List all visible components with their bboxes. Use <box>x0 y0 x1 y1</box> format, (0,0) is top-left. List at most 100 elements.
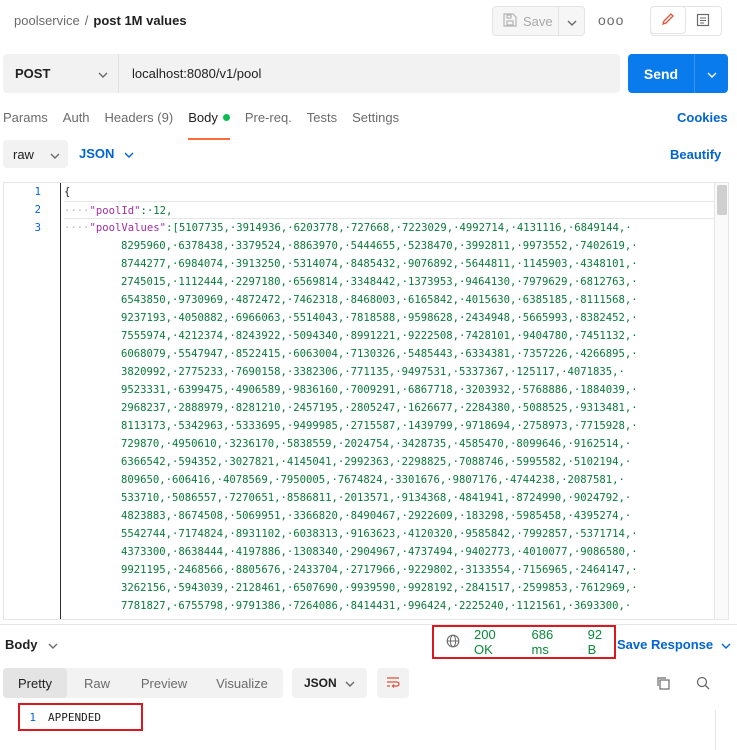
tab-params[interactable]: Params <box>3 108 48 136</box>
wrap-lines-button[interactable] <box>377 668 409 698</box>
copy-icon[interactable] <box>655 675 671 694</box>
edit-mode-button[interactable] <box>650 6 686 34</box>
chevron-down-icon <box>345 676 355 690</box>
body-editor[interactable]: 1 2 3 { ····"poolId":·12, ····"poolValue… <box>3 182 729 620</box>
response-time[interactable]: 686 ms <box>532 627 574 657</box>
result-text: APPENDED <box>48 710 101 724</box>
response-status-panel: 200 OK 686 ms 92 B <box>432 625 616 659</box>
tab-tests[interactable]: Tests <box>307 108 337 136</box>
chevron-down-icon <box>124 146 134 161</box>
json-key: "poolId" <box>89 205 141 217</box>
code-continuation-line: 3820992,·2775233,·7690158,·3382306,·7711… <box>121 366 625 378</box>
tab-raw[interactable]: Raw <box>67 668 127 698</box>
tab-preview[interactable]: Preview <box>127 668 201 698</box>
response-body-select[interactable]: Body <box>5 637 58 652</box>
request-title[interactable]: post 1M values <box>93 13 186 28</box>
body-active-dot <box>222 114 230 122</box>
chevron-down-icon <box>48 637 58 652</box>
tab-visualize[interactable]: Visualize <box>201 668 283 698</box>
save-dropdown-button[interactable] <box>559 14 584 29</box>
code-line-2: ····"poolId":·12, <box>64 201 726 219</box>
code-continuation-line: 6366542,·594352,·3027821,·4145041,·29923… <box>121 456 632 468</box>
code-continuation-line: 8295960,·6378438,·3379524,·8863970,·5444… <box>121 240 638 252</box>
editor-scrollbar[interactable] <box>714 183 728 619</box>
tab-headers[interactable]: Headers (9) <box>105 108 174 136</box>
document-icon <box>696 13 710 30</box>
wrap-icon <box>385 675 401 692</box>
save-response-button[interactable]: Save Response <box>617 637 731 652</box>
code-area[interactable]: { ····"poolId":·12, ····"poolValues":[51… <box>64 183 726 619</box>
code-continuation-line: 3262156,·5943039,·2128461,·6507690,·9939… <box>121 582 638 594</box>
code-continuation-line: 8744277,·6984074,·3913250,·5314074,·8485… <box>121 258 638 270</box>
request-tabs: Params Auth Headers (9) Body Pre-req. Te… <box>3 108 414 140</box>
code-continuation-line: 5542744,·7174824,·8931102,·6038313,·9163… <box>121 528 638 540</box>
url-input[interactable]: localhost:8080/v1/pool <box>119 66 261 81</box>
code-continuation-line: 2745015,·1112444,·2297180,·6569814,·3348… <box>121 276 638 288</box>
method-select[interactable]: POST <box>3 54 119 93</box>
tab-pretty[interactable]: Pretty <box>3 668 67 698</box>
save-button-group: Save <box>492 6 585 36</box>
body-mode-select[interactable]: raw <box>3 140 68 168</box>
code-continuation-line: 9921195,·2468566,·8805676,·2433704,·2717… <box>121 564 638 576</box>
search-icon[interactable] <box>695 675 711 694</box>
globe-icon[interactable] <box>446 634 460 651</box>
tab-pre-request[interactable]: Pre-req. <box>245 108 292 136</box>
breadcrumb: poolservice / post 1M values <box>14 13 187 28</box>
line-number: 3 <box>34 222 41 234</box>
json-value: :·12, <box>140 205 173 217</box>
save-icon <box>503 12 517 30</box>
code-continuation-line: 7781827,·6755798,·9791386,·7264086,·8414… <box>121 600 632 612</box>
line-number-gutter: 1 2 3 <box>4 183 61 619</box>
code-continuation-line: 7555974,·4212374,·8243922,·5094340,·8991… <box>121 330 638 342</box>
code-line-1: { <box>64 186 71 198</box>
beautify-link[interactable]: Beautify <box>670 147 721 162</box>
code-continuation-line: 2968237,·2888979,·8281210,·2457195,·2805… <box>121 402 638 414</box>
indent-whitespace: ···· <box>64 222 90 234</box>
tab-body-label: Body <box>188 110 218 125</box>
response-scrollbar[interactable] <box>715 710 729 750</box>
result-line-number: 1 <box>29 710 36 724</box>
line-number: 2 <box>34 204 41 216</box>
view-toggle <box>650 6 722 36</box>
response-size[interactable]: 92 B <box>588 627 614 657</box>
response-format-select[interactable]: JSON <box>292 668 367 698</box>
send-button-group: Send <box>628 54 728 93</box>
documentation-button[interactable] <box>685 7 721 35</box>
status-code[interactable]: 200 OK <box>474 627 518 657</box>
body-language-select[interactable]: JSON <box>79 146 134 161</box>
save-label: Save <box>523 13 553 29</box>
code-continuation-line: 8113173,·5342963,·5333695,·9499985,·2715… <box>121 420 638 432</box>
breadcrumb-collection[interactable]: poolservice <box>14 13 80 28</box>
code-continuation-line: 809650,·606416,·4078569,·7950005,·767482… <box>121 474 625 486</box>
code-continuation-line: 9523331,·6399475,·4906589,·9836160,·7009… <box>121 384 638 396</box>
save-button[interactable]: Save <box>493 7 559 35</box>
response-format-label: JSON <box>304 676 337 690</box>
json-key: "poolValues" <box>89 222 167 234</box>
chevron-down-icon <box>98 66 108 81</box>
tab-settings[interactable]: Settings <box>352 108 399 136</box>
code-continuation-line: 4373300,·8638444,·4197886,·1308340,·2904… <box>121 546 638 558</box>
code-continuation-line: 533710,·5086557,·7270651,·8586811,·20135… <box>121 492 632 504</box>
response-view-tabs: Pretty Raw Preview Visualize <box>3 668 283 698</box>
chevron-down-icon <box>567 14 577 29</box>
wrapped-continuation-lines: 8295960,·6378438,·3379524,·8863970,·5444… <box>64 237 726 615</box>
scrollbar-thumb[interactable] <box>717 185 727 215</box>
url-bar: POST localhost:8080/v1/pool <box>3 54 620 93</box>
more-icon: ooo <box>598 12 625 28</box>
chevron-down-icon <box>707 66 717 81</box>
cookies-link[interactable]: Cookies <box>677 110 728 125</box>
pencil-icon <box>661 12 675 29</box>
code-continuation-line: 729870,·4950610,·3236170,·5838559,·20247… <box>121 438 632 450</box>
code-continuation-line: 6068079,·5547947,·8522415,·6063004,·7130… <box>121 348 638 360</box>
body-language-label: JSON <box>79 146 115 161</box>
breadcrumb-separator: / <box>84 13 89 28</box>
send-dropdown-button[interactable] <box>694 54 728 93</box>
tab-body[interactable]: Body <box>188 108 230 140</box>
save-response-label: Save Response <box>617 637 714 652</box>
more-actions-button[interactable]: ooo <box>598 12 624 28</box>
body-mode-label: raw <box>13 146 34 162</box>
chevron-down-icon <box>721 637 731 652</box>
response-result: 1 APPENDED <box>18 703 143 731</box>
send-button[interactable]: Send <box>628 66 694 82</box>
tab-auth[interactable]: Auth <box>63 108 90 136</box>
